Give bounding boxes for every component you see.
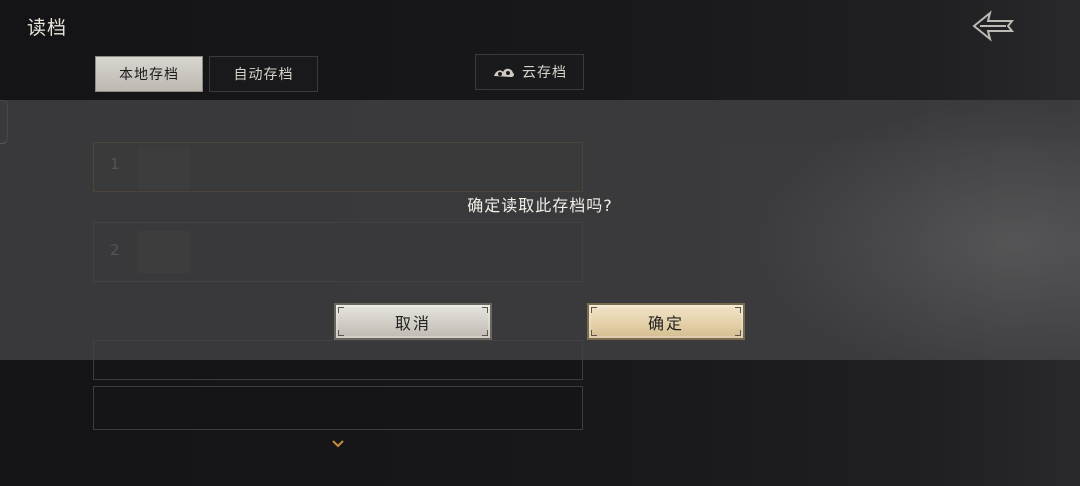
- back-arrow-icon: [972, 10, 1015, 42]
- cancel-button[interactable]: 取消: [334, 303, 492, 340]
- load-save-screen: 读档 本地存档 自动存档 云存档 1 2 确定读取此存档吗?: [0, 0, 1080, 486]
- tab-cloud-label: 云存档: [522, 65, 567, 81]
- tab-local-saves[interactable]: 本地存档: [95, 56, 203, 92]
- tab-local-label: 本地存档: [119, 67, 179, 83]
- dialog-overlay: [0, 100, 1080, 360]
- overlay-decoration: [750, 100, 1080, 360]
- tab-auto-saves[interactable]: 自动存档: [209, 56, 318, 92]
- cancel-button-label: 取消: [394, 313, 431, 333]
- tab-auto-label: 自动存档: [233, 67, 294, 83]
- back-button[interactable]: [968, 8, 1016, 44]
- chevron-down-icon[interactable]: [331, 438, 345, 452]
- page-title: 读档: [27, 17, 68, 39]
- cloud-icon: [494, 68, 515, 77]
- confirm-button[interactable]: 确定: [587, 303, 745, 340]
- dialog-message: 确定读取此存档吗?: [467, 196, 613, 215]
- tab-cloud-saves[interactable]: 云存档: [475, 54, 584, 90]
- confirm-button-label: 确定: [647, 313, 684, 333]
- save-slot-empty[interactable]: [93, 386, 583, 430]
